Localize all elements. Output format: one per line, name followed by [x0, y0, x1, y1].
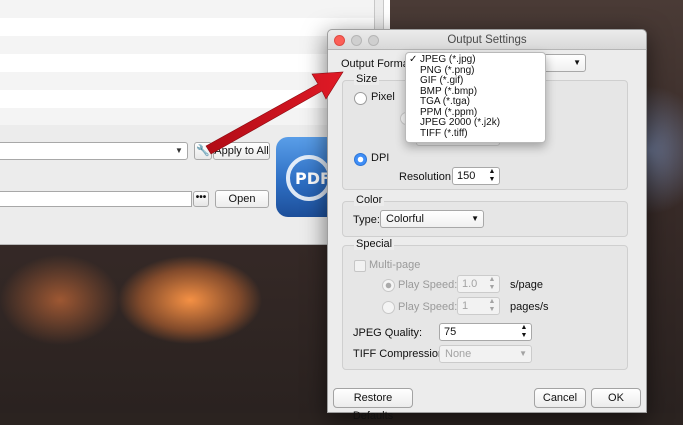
annotation-arrow-icon [205, 71, 344, 155]
